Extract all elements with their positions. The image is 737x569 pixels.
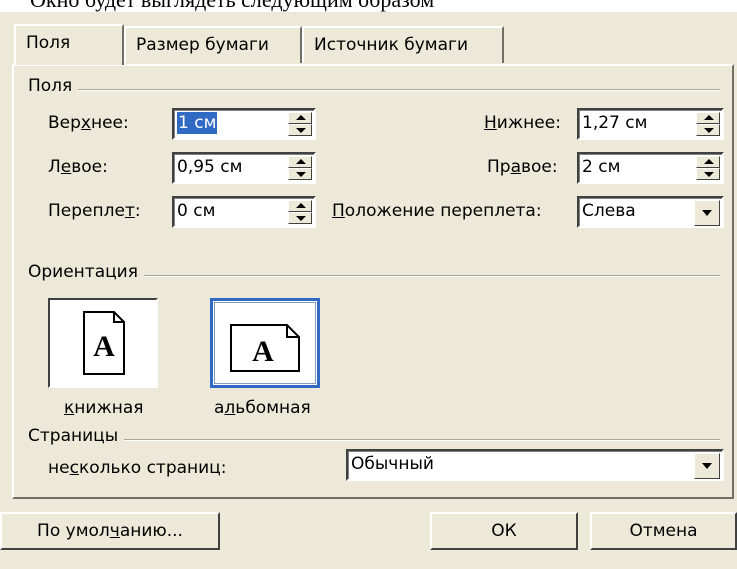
gutter-label: Переплeт: [48, 201, 141, 221]
ok-button[interactable]: ОК [430, 512, 578, 550]
right-margin-value: 2 см [582, 157, 621, 177]
tab-label: Источник бумаги [314, 35, 469, 55]
gutter-position-label: Положение переплета: [332, 201, 542, 221]
tab-label: Размер бумаги [136, 35, 269, 55]
orientation-landscape-button[interactable]: A [210, 298, 320, 388]
orientation-portrait-button[interactable]: A [48, 298, 158, 388]
spin-up-arrow-icon[interactable] [696, 112, 720, 124]
gutter-value: 0 см [177, 201, 216, 221]
spin-buttons[interactable] [288, 200, 312, 224]
spin-buttons[interactable] [288, 156, 312, 180]
spin-up-arrow-icon[interactable] [288, 200, 312, 212]
portrait-page-icon: A [83, 311, 125, 375]
ok-label: ОК [491, 521, 517, 541]
bottom-margin-value: 1,27 см [582, 113, 648, 133]
landscape-label: альбомная [214, 398, 311, 418]
spin-up-arrow-icon[interactable] [696, 156, 720, 168]
spin-down-arrow-icon[interactable] [696, 124, 720, 136]
left-margin-label: Левое: [48, 157, 108, 177]
default-button[interactable]: По умолчанию... [0, 512, 220, 550]
landscape-page-icon: A [230, 324, 300, 372]
top-margin-value: 1 см [177, 112, 218, 134]
top-margin-label: Верхнее: [48, 113, 129, 133]
group-divider [30, 89, 720, 91]
multiple-pages-label: несколько страниц: [48, 458, 227, 478]
cancel-button[interactable]: Отмена [590, 512, 737, 550]
multiple-pages-dropdown[interactable]: Обычный [346, 449, 724, 481]
spin-buttons[interactable] [696, 156, 720, 180]
cancel-label: Отмена [629, 521, 698, 541]
spin-up-arrow-icon[interactable] [288, 112, 312, 124]
top-margin-spinner[interactable]: 1 см [172, 108, 316, 140]
chevron-down-icon[interactable] [694, 453, 720, 479]
spin-down-arrow-icon[interactable] [288, 168, 312, 180]
multiple-pages-value: Обычный [351, 454, 434, 474]
left-margin-value: 0,95 см [177, 157, 243, 177]
spin-buttons[interactable] [288, 112, 312, 136]
spin-down-arrow-icon[interactable] [288, 212, 312, 224]
tab-paper-size[interactable]: Размер бумаги [124, 26, 302, 63]
cropped-caption-text: Окно будет выглядеть следующим образом [30, 0, 434, 12]
tab-label: Поля [26, 33, 71, 53]
svg-text:A: A [252, 335, 274, 368]
orientation-group-label: Ориентация [28, 262, 144, 282]
bottom-margin-spinner[interactable]: 1,27 см [577, 108, 724, 140]
svg-text:A: A [93, 330, 115, 363]
spin-down-arrow-icon[interactable] [288, 124, 312, 136]
tab-margins[interactable]: Поля [14, 24, 124, 65]
cropped-caption: Окно будет выглядеть следующим образом [0, 0, 737, 12]
right-margin-label: Правое: [487, 157, 558, 177]
bottom-margin-label: Нижнее: [484, 113, 561, 133]
tab-paper-source[interactable]: Источник бумаги [302, 26, 504, 63]
portrait-label: книжная [64, 398, 144, 418]
margins-group-label: Поля [28, 76, 79, 96]
right-margin-spinner[interactable]: 2 см [577, 152, 724, 184]
page-setup-dialog: Поля Размер бумаги Источник бумаги Поля … [0, 12, 737, 569]
spin-up-arrow-icon[interactable] [288, 156, 312, 168]
pages-group-label: Страницы [28, 426, 125, 446]
group-divider [30, 439, 720, 441]
left-margin-spinner[interactable]: 0,95 см [172, 152, 316, 184]
spin-down-arrow-icon[interactable] [696, 168, 720, 180]
spin-buttons[interactable] [696, 112, 720, 136]
gutter-position-dropdown[interactable]: Слева [577, 196, 724, 228]
gutter-spinner[interactable]: 0 см [172, 196, 316, 228]
chevron-down-icon[interactable] [694, 200, 720, 226]
gutter-position-value: Слева [582, 201, 636, 221]
